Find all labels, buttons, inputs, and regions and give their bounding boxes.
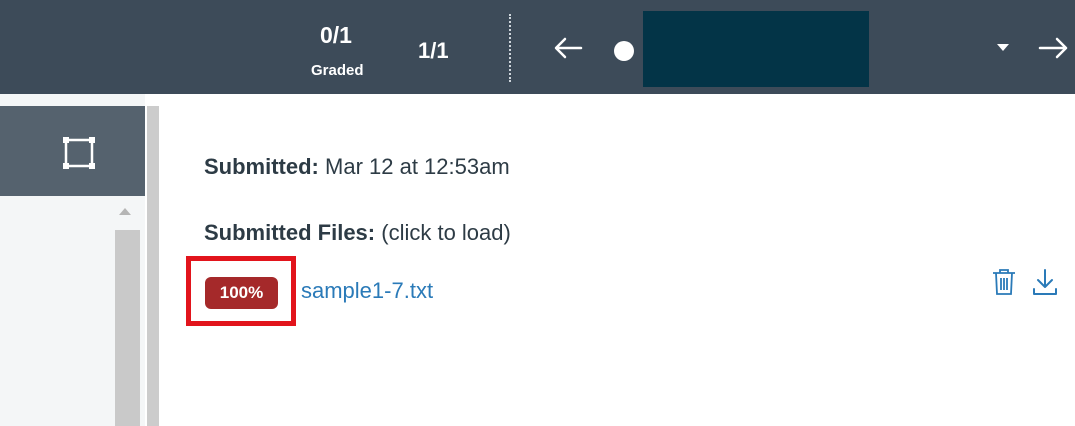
download-icon[interactable] <box>1030 267 1060 297</box>
arrow-right-icon[interactable] <box>1038 36 1070 60</box>
region-select-icon[interactable] <box>62 136 96 170</box>
panel-splitter[interactable] <box>147 106 159 426</box>
similarity-score-badge[interactable]: 100% <box>205 277 278 309</box>
student-select-dropdown[interactable] <box>643 11 869 87</box>
header-divider <box>509 14 511 82</box>
submitted-files-hint: (click to load) <box>381 220 511 245</box>
submitted-files-heading: Submitted Files: (click to load) <box>204 220 511 246</box>
graded-label: Graded <box>311 62 364 79</box>
trash-icon[interactable] <box>990 267 1018 297</box>
submission-status-dot <box>614 41 634 61</box>
submitted-date-line: Submitted: Mar 12 at 12:53am <box>204 154 510 180</box>
submitted-files-label: Submitted Files: <box>204 220 376 245</box>
submitted-date: Mar 12 at 12:53am <box>325 154 510 179</box>
submitted-file-link[interactable]: sample1-7.txt <box>301 278 433 304</box>
caret-down-icon[interactable] <box>996 40 1010 54</box>
scroll-up-icon[interactable] <box>118 206 132 216</box>
gradebook-header: 0/1 Graded 1/1 <box>0 0 1075 94</box>
student-position-count: 1/1 <box>418 38 449 63</box>
scrollbar-thumb[interactable] <box>115 230 140 426</box>
submitted-label: Submitted: <box>204 154 319 179</box>
arrow-left-icon[interactable] <box>553 36 583 60</box>
graded-count: 0/1 <box>320 22 352 48</box>
